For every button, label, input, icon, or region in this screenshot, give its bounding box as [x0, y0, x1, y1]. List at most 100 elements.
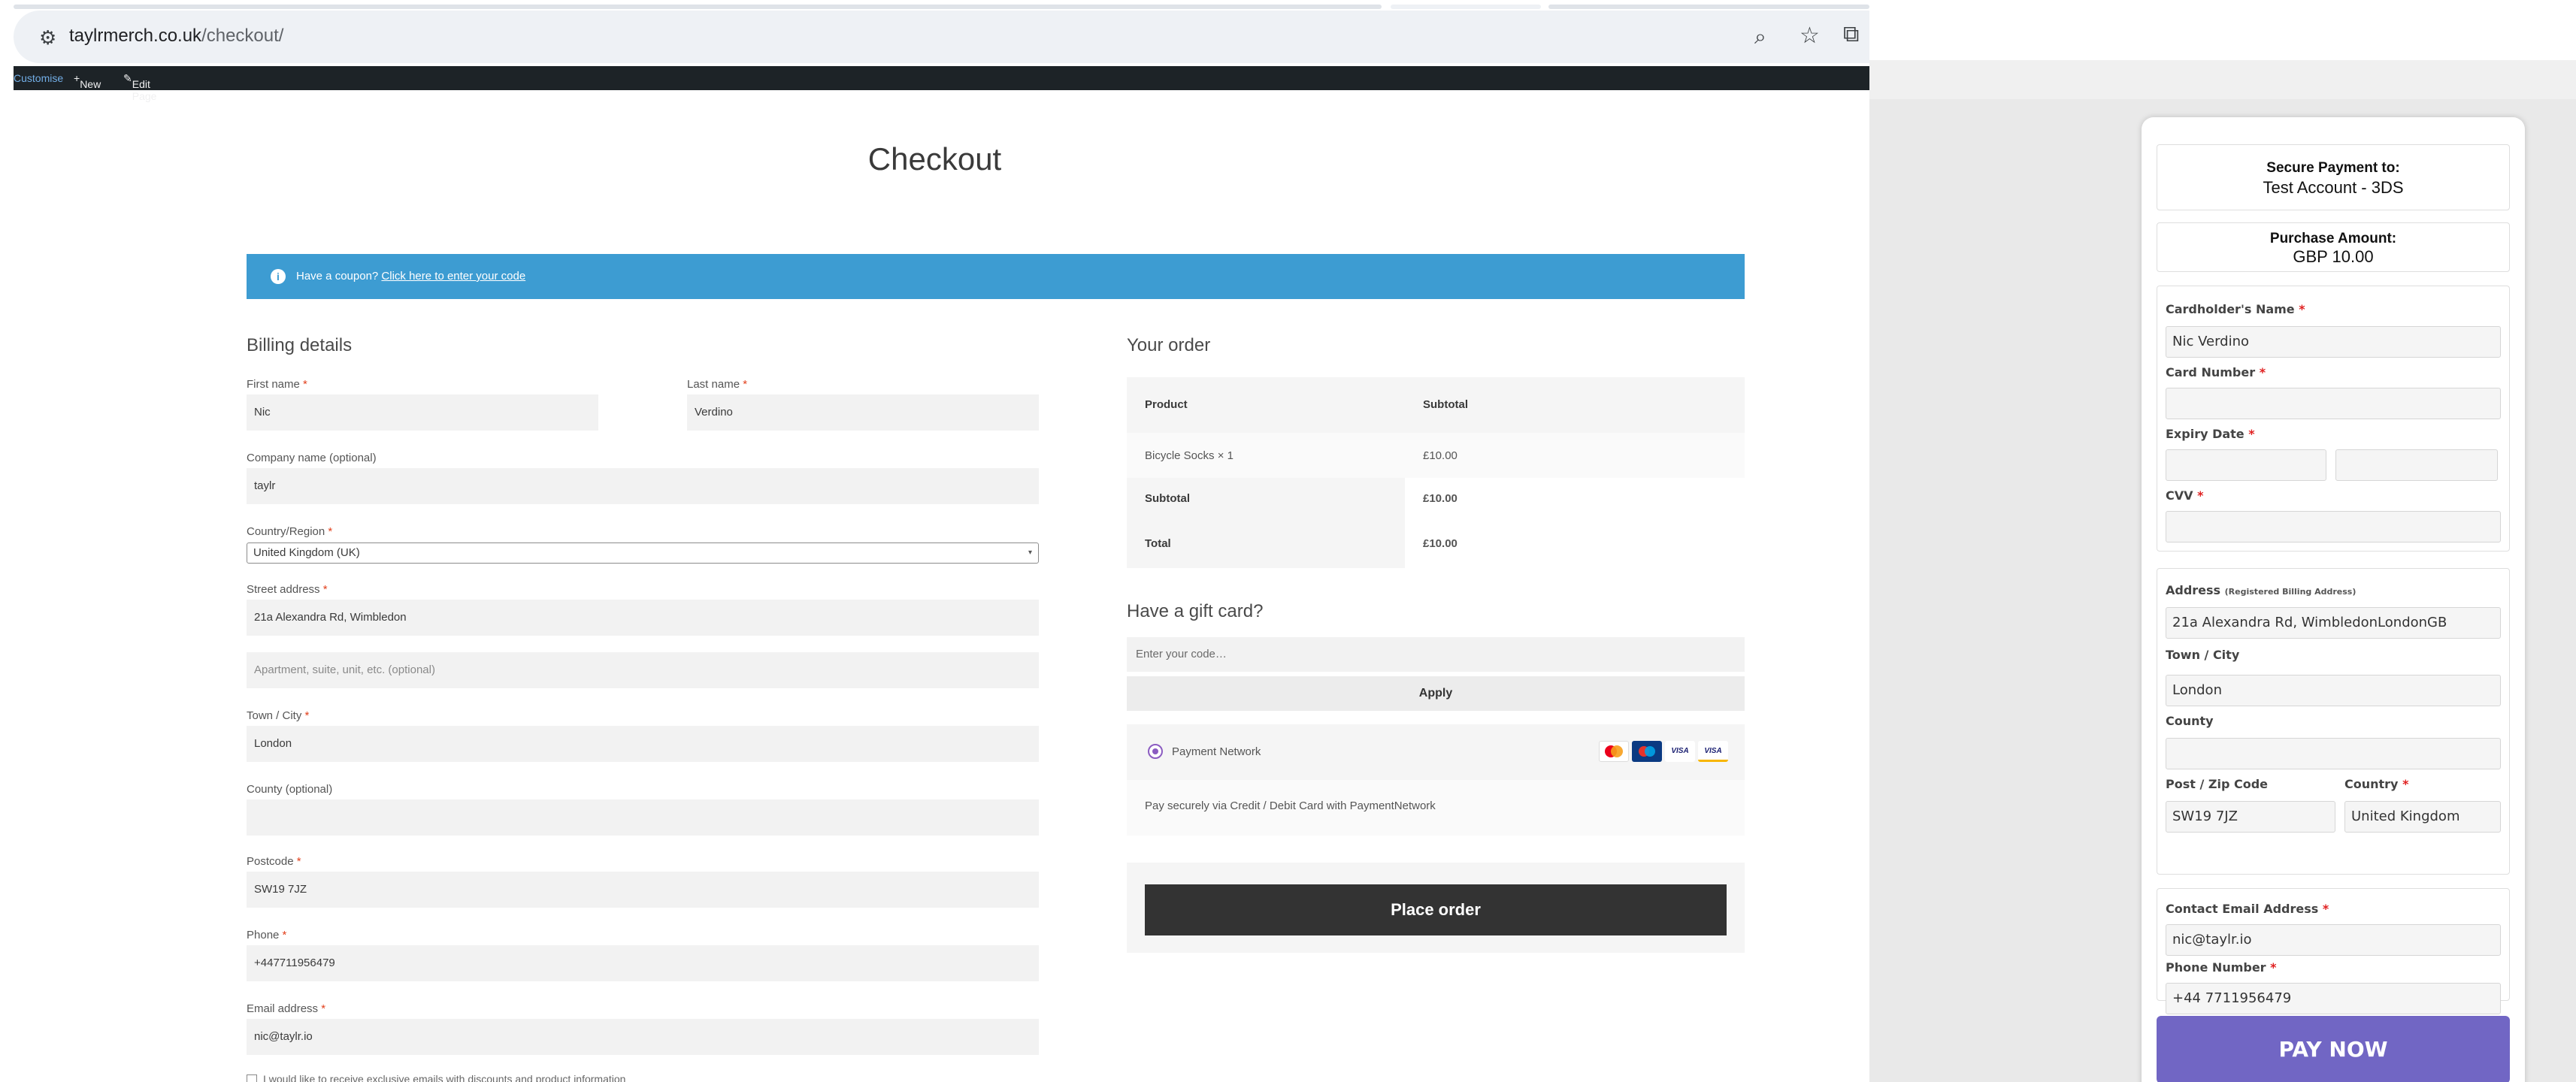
gateway-country-input[interactable]: United Kingdom [2344, 801, 2501, 833]
item-name: Bicycle Socks [1145, 449, 1215, 462]
coupon-link[interactable]: Click here to enter your code [381, 270, 525, 283]
country-label: Country/Region * [247, 525, 332, 538]
apartment-input[interactable]: Apartment, suite, unit, etc. (optional) [247, 652, 1039, 688]
card-number-label-text: Card Number [2166, 365, 2256, 379]
last-name-label-text: Last name [687, 378, 740, 391]
item-qty: × 1 [1217, 449, 1234, 462]
col-product: Product [1145, 398, 1188, 411]
gift-code-input[interactable]: Enter your code… [1127, 637, 1745, 672]
payment-radio[interactable] [1148, 744, 1163, 759]
county-label: County (optional) [247, 783, 333, 796]
expiry-label-text: Expiry Date [2166, 427, 2245, 441]
cvv-input[interactable] [2166, 511, 2501, 543]
address-label: Address (Registered Billing Address) [2166, 583, 2356, 597]
tab-active[interactable] [14, 5, 1382, 9]
admin-edit-page-link[interactable]: ✎ Edit Page [123, 72, 156, 102]
secure-payment-box: Secure Payment to: Test Account - 3DS [2157, 144, 2510, 210]
extensions-icon[interactable]: ⧉ [1843, 21, 1859, 47]
required-mark: * [304, 709, 310, 722]
postcode-label-text: Postcode [247, 855, 294, 868]
county-input[interactable] [247, 799, 1039, 836]
town-label: Town / City * [247, 709, 309, 722]
visa-electron-icon: VISA [1698, 741, 1728, 762]
newsletter-label: I would like to receive exclusive emails… [263, 1073, 626, 1082]
coupon-text: Have a coupon? Click here to enter your … [296, 270, 525, 283]
required-mark: * [2197, 488, 2204, 503]
secure-payment-title: Secure Payment to: [2266, 160, 2400, 176]
gateway-postcode-input[interactable]: SW19 7JZ [2166, 801, 2335, 833]
cvv-label-text: CVV [2166, 488, 2193, 503]
admin-edit-page-label: Edit Page [132, 78, 157, 102]
expiry-month-input[interactable] [2166, 449, 2326, 481]
place-order-button[interactable]: Place order [1145, 884, 1727, 935]
required-mark: * [282, 929, 287, 941]
subtotal-value: £10.00 [1423, 492, 1458, 505]
coupon-notice: i Have a coupon? Click here to enter you… [247, 254, 1745, 299]
gift-apply-button[interactable]: Apply [1127, 676, 1745, 711]
first-name-input[interactable]: Nic [247, 394, 598, 431]
expiry-year-input[interactable] [2335, 449, 2498, 481]
gateway-topbar [1869, 60, 2576, 99]
info-icon: i [271, 269, 286, 284]
phone-label: Phone * [247, 929, 286, 941]
cvv-label: CVV * [2166, 488, 2203, 503]
gateway-country-label-text: Country [2344, 777, 2399, 791]
zoom-icon[interactable]: ⌕ [1754, 24, 1766, 50]
page-title: Checkout [867, 141, 1002, 177]
select-arrow-icon: ▾ [1028, 549, 1032, 557]
address-input[interactable]: 21a Alexandra Rd, WimbledonLondonGB [2166, 607, 2501, 639]
total-value: £10.00 [1423, 537, 1458, 550]
site-info-icon[interactable]: ⚙ [39, 27, 56, 50]
gateway-county-input[interactable] [2166, 738, 2501, 769]
tab-inactive[interactable] [1391, 5, 1541, 9]
gateway-phone-input[interactable]: +44 7711956479 [2166, 983, 2501, 1014]
url-text[interactable]: taylrmerch.co.uk/checkout/ [69, 26, 283, 47]
coupon-prompt: Have a coupon? [296, 270, 379, 283]
gateway-county-label: County [2166, 714, 2214, 728]
gateway-email-input[interactable]: nic@taylr.io [2166, 924, 2501, 956]
billing-heading: Billing details [247, 335, 353, 355]
expiry-label: Expiry Date * [2166, 427, 2255, 441]
gateway-email-label: Contact Email Address * [2166, 902, 2329, 916]
card-number-input[interactable] [2166, 388, 2501, 419]
cardholder-input[interactable]: Nic Verdino [2166, 326, 2501, 358]
street-label-text: Street address [247, 583, 320, 596]
order-item-price: £10.00 [1423, 449, 1458, 462]
admin-new-label: New [80, 78, 101, 90]
town-input[interactable]: London [247, 726, 1039, 762]
tab-inactive[interactable] [1548, 5, 1869, 9]
last-name-input[interactable]: Verdino [687, 394, 1039, 431]
admin-customise-link[interactable]: Customise [14, 72, 63, 84]
phone-input[interactable]: +447711956479 [247, 945, 1039, 981]
postcode-input[interactable]: SW19 7JZ [247, 872, 1039, 908]
pay-now-button[interactable]: PAY NOW [2157, 1016, 2510, 1082]
street-label: Street address * [247, 583, 328, 596]
bookmark-star-icon[interactable]: ☆ [1800, 23, 1820, 49]
address-label-text: Address [2166, 583, 2221, 597]
payment-method-box: Payment Network VISA VISA Pay securely v… [1127, 724, 1745, 836]
order-item-name: Bicycle Socks × 1 [1145, 449, 1234, 462]
company-input[interactable]: taylr [247, 468, 1039, 504]
required-mark: * [328, 525, 333, 538]
cardholder-label: Cardholder's Name * [2166, 302, 2305, 316]
gateway-phone-label-text: Phone Number [2166, 960, 2266, 975]
first-name-label: First name * [247, 378, 307, 391]
required-mark: * [2322, 902, 2329, 916]
address-bar[interactable]: ⚙ taylrmerch.co.uk/checkout/ ⌕ ☆ [14, 11, 1869, 63]
required-mark: * [303, 378, 307, 391]
admin-new-link[interactable]: + New [74, 72, 101, 90]
required-mark: * [743, 378, 748, 391]
mastercard-icon [1599, 741, 1629, 762]
street-input[interactable]: 21a Alexandra Rd, Wimbledon [247, 600, 1039, 636]
gateway-town-input[interactable]: London [2166, 675, 2501, 706]
required-mark: * [2248, 427, 2255, 441]
gateway-email-label-text: Contact Email Address [2166, 902, 2319, 916]
visa-icon: VISA [1665, 741, 1695, 762]
required-mark: * [321, 1002, 326, 1015]
newsletter-checkbox[interactable] [247, 1074, 257, 1082]
email-input[interactable]: nic@taylr.io [247, 1019, 1039, 1055]
country-select[interactable]: United Kingdom (UK) ▾ [247, 543, 1039, 564]
purchase-amount-box: Purchase Amount: GBP 10.00 [2157, 222, 2510, 272]
wp-admin-bar: Customise + New ✎ Edit Page [14, 66, 1869, 102]
first-name-label-text: First name [247, 378, 300, 391]
